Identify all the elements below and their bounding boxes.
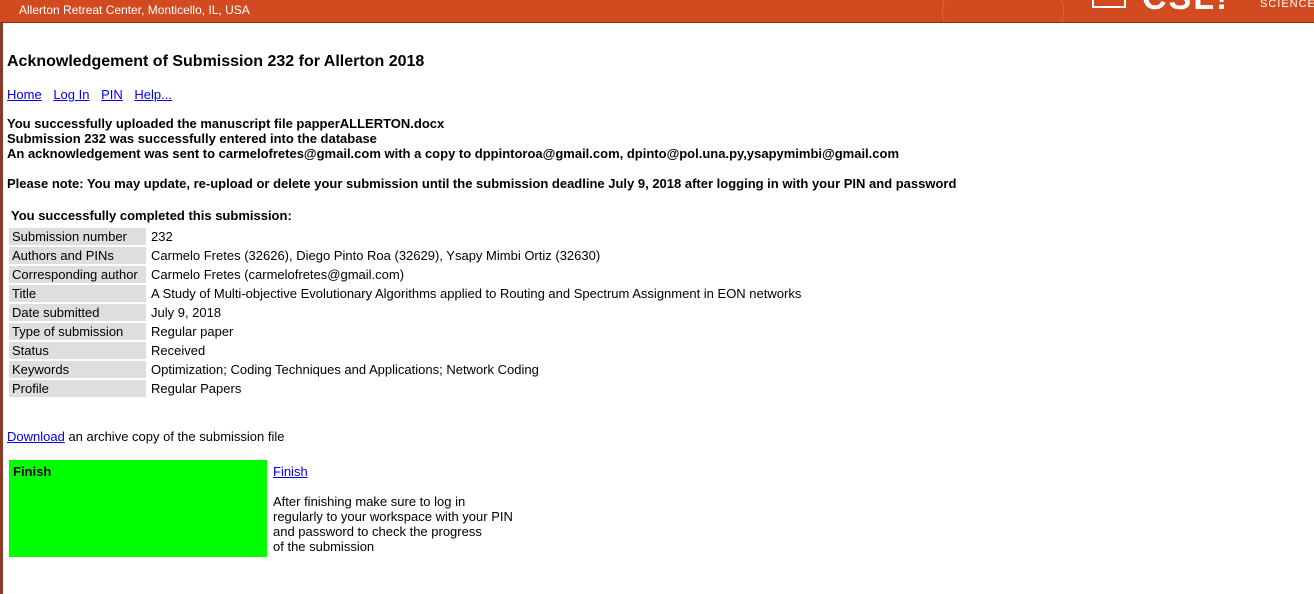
detail-value: Optimization; Coding Techniques and Appl… <box>151 362 539 377</box>
completed-heading: You successfully completed this submissi… <box>11 208 292 223</box>
acknowledgement-message: An acknowledgement was sent to carmelofr… <box>7 146 900 161</box>
detail-value: Carmelo Fretes (32626), Diego Pinto Roa … <box>151 248 601 263</box>
detail-label: Corresponding author <box>9 266 146 283</box>
upload-message: You successfully uploaded the manuscript… <box>7 116 445 131</box>
banner-decoration <box>942 0 1064 22</box>
detail-label: Type of submission <box>9 323 146 340</box>
finish-instructions: After finishing make sure to log in regu… <box>273 494 513 554</box>
table-row: Profile Regular Papers <box>9 380 804 397</box>
detail-label: Submission number <box>9 228 146 245</box>
nav-pin-link[interactable]: PIN <box>101 87 123 102</box>
nav-login-link[interactable]: Log In <box>53 87 89 102</box>
detail-value: A Study of Multi-objective Evolutionary … <box>151 286 802 301</box>
download-link[interactable]: Download <box>7 429 65 444</box>
table-row: Type of submission Regular paper <box>9 323 804 340</box>
table-row: Submission number 232 <box>9 228 804 245</box>
success-messages: You successfully uploaded the manuscript… <box>7 116 899 161</box>
banner-location: Allerton Retreat Center, Monticello, IL,… <box>19 3 250 17</box>
detail-value: July 9, 2018 <box>151 305 222 320</box>
finish-link[interactable]: Finish <box>273 464 308 479</box>
detail-value: Regular paper <box>151 324 234 339</box>
submission-details-table: Submission number 232 Authors and PINs C… <box>8 226 805 399</box>
page-title: Acknowledgement of Submission 232 for Al… <box>7 53 425 70</box>
detail-label: Title <box>9 285 146 302</box>
detail-label: Keywords <box>9 361 146 378</box>
detail-value: Carmelo Fretes (carmelofretes@gmail.com) <box>151 267 405 282</box>
database-message: Submission 232 was successfully entered … <box>7 131 377 146</box>
detail-label: Authors and PINs <box>9 247 146 264</box>
finish-box-label: Finish <box>13 464 52 479</box>
finish-box[interactable]: Finish <box>9 460 267 557</box>
deadline-note: Please note: You may update, re-upload o… <box>7 176 957 191</box>
table-row: Corresponding author Carmelo Fretes (car… <box>9 266 804 283</box>
nav-home-link[interactable]: Home <box>7 87 42 102</box>
nav-help-link[interactable]: Help... <box>134 87 172 102</box>
nav-links: Home Log In PIN Help... <box>7 87 180 102</box>
finish-instruction-line: After finishing make sure to log in <box>273 494 466 509</box>
detail-label: Profile <box>9 380 146 397</box>
page-left-border <box>0 0 3 594</box>
finish-instruction-line: and password to check the progress <box>273 524 482 539</box>
detail-label: Date submitted <box>9 304 146 321</box>
detail-value: Regular Papers <box>151 381 242 396</box>
finish-instruction-line: regularly to your workspace with your PI… <box>273 509 513 524</box>
download-line: Download an archive copy of the submissi… <box>7 429 285 444</box>
header-banner: Allerton Retreat Center, Monticello, IL,… <box>0 0 1314 23</box>
logo-frame-icon <box>1092 0 1126 8</box>
download-text: an archive copy of the submission file <box>64 429 285 444</box>
finish-instruction-line: of the submission <box>273 539 375 554</box>
detail-value: 232 <box>151 229 173 244</box>
banner-logo-subtitle: SCIENCE LA <box>1260 0 1314 10</box>
table-row: Title A Study of Multi-objective Evoluti… <box>9 285 804 302</box>
detail-value: Received <box>151 343 206 358</box>
detail-label: Status <box>9 342 146 359</box>
table-row: Status Received <box>9 342 804 359</box>
table-row: Keywords Optimization; Coding Techniques… <box>9 361 804 378</box>
banner-logo: CSL! <box>1142 0 1229 16</box>
table-row: Authors and PINs Carmelo Fretes (32626),… <box>9 247 804 264</box>
table-row: Date submitted July 9, 2018 <box>9 304 804 321</box>
